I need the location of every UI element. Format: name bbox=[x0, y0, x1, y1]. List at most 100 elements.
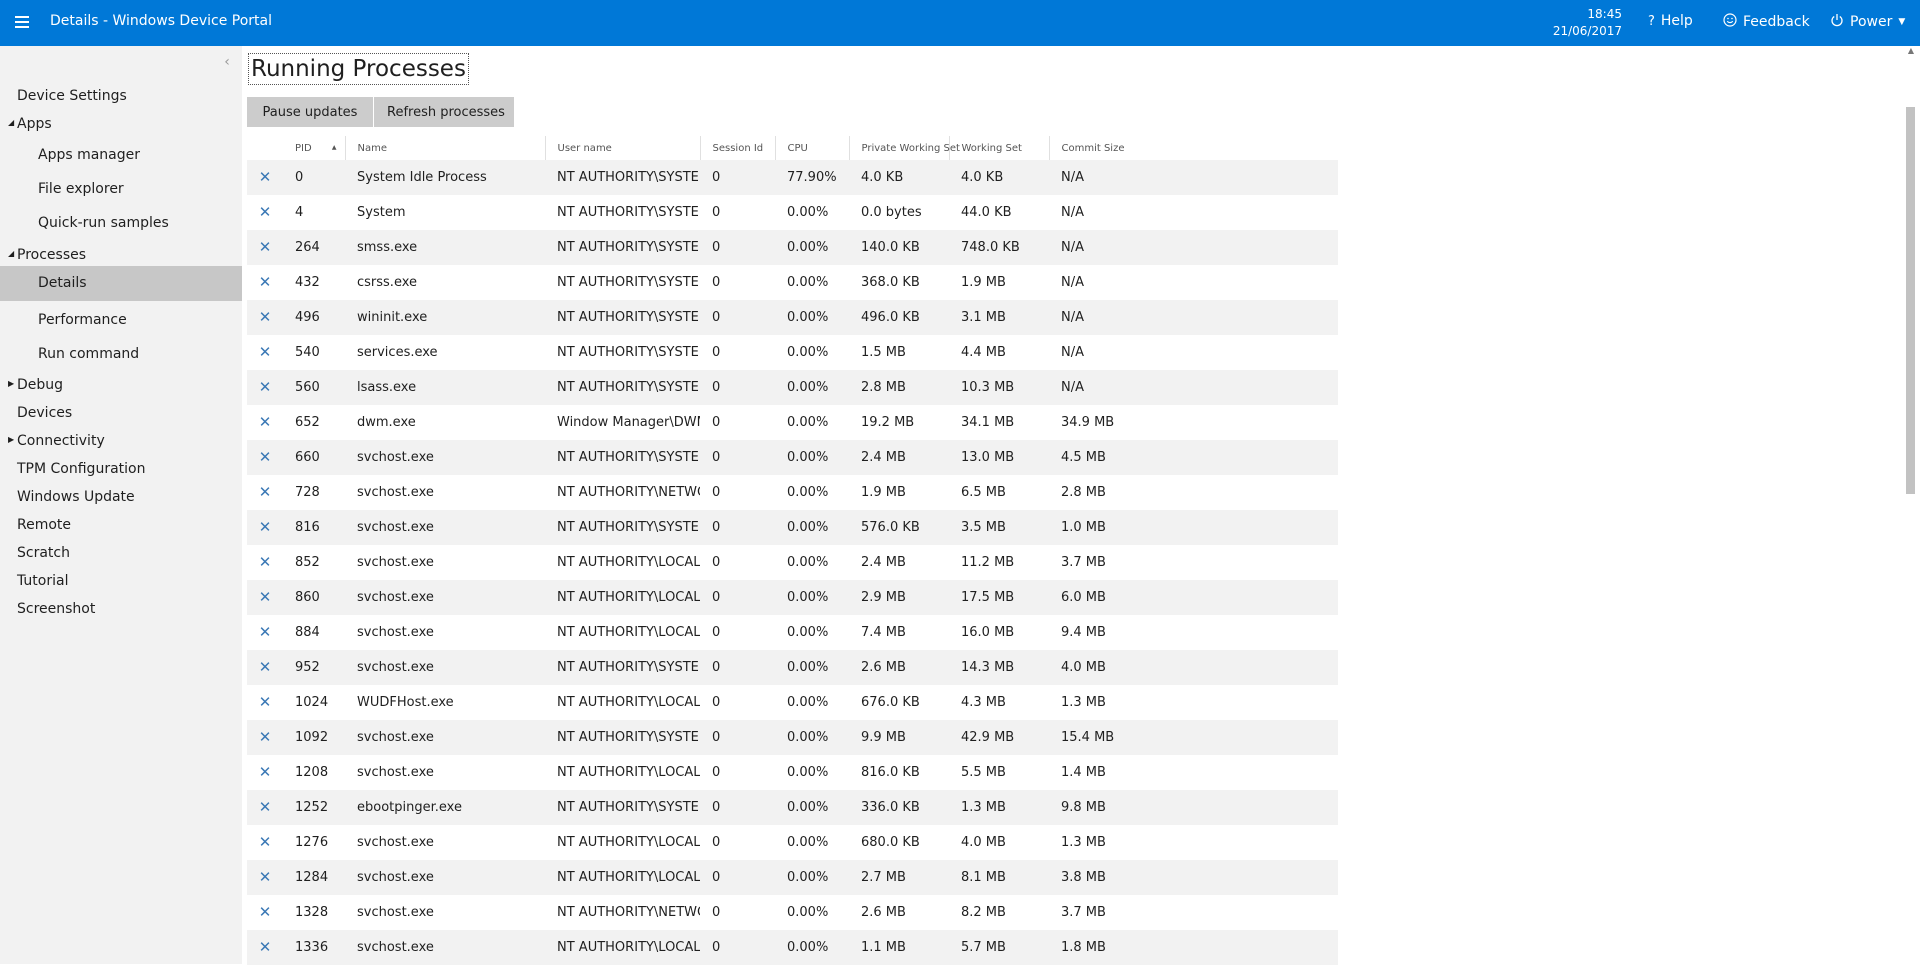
power-button[interactable]: Power ▼ bbox=[1830, 13, 1905, 31]
table-row[interactable]: ✕ 1092 svchost.exe NT AUTHORITY\SYSTEM 0 0.00… bbox=[247, 720, 1338, 755]
collapse-sidebar-chevron-left-icon[interactable]: ‹ bbox=[220, 54, 234, 70]
cell-name: svchost.exe bbox=[357, 765, 434, 780]
cell-name: smss.exe bbox=[345, 230, 545, 265]
cell-commit-size: 3.7 MB bbox=[1061, 555, 1106, 570]
cell-commit-size: 15.4 MB bbox=[1049, 720, 1338, 755]
column-header-session-id[interactable]: Session Id bbox=[699, 136, 775, 160]
kill-process-close-icon[interactable]: ✕ bbox=[259, 379, 272, 395]
table-row[interactable]: ✕ 728 svchost.exe NT AUTHORITY\NETWO... 0 0.0… bbox=[247, 475, 1338, 510]
column-header-pid[interactable]: PID ▲ bbox=[283, 136, 345, 160]
cell-private-working-set: 4.0 KB bbox=[849, 160, 949, 195]
cell-cpu: 0.00% bbox=[775, 860, 849, 895]
table-row[interactable]: ✕ 560 lsass.exe NT AUTHORITY\SYSTEM 0 0.00% 2.… bbox=[247, 370, 1338, 405]
cell-cpu: 0.00% bbox=[787, 275, 829, 290]
kill-cell: ✕ bbox=[247, 685, 283, 720]
table-row[interactable]: ✕ 540 services.exe NT AUTHORITY\SYSTEM 0 0.00… bbox=[247, 335, 1338, 370]
table-row[interactable]: ✕ 884 svchost.exe NT AUTHORITY\LOCAL... 0 0.0… bbox=[247, 615, 1338, 650]
kill-process-close-icon[interactable]: ✕ bbox=[259, 204, 272, 220]
cell-commit-size: 4.0 MB bbox=[1049, 650, 1338, 685]
column-header-private-working-set[interactable]: Private Working Set bbox=[848, 136, 960, 160]
kill-cell: ✕ bbox=[247, 790, 283, 825]
feedback-label: Feedback bbox=[1743, 14, 1810, 30]
sidebar-item-label: Debug bbox=[17, 377, 64, 393]
table-row[interactable]: ✕ 860 svchost.exe NT AUTHORITY\LOCAL... 0 0.0… bbox=[247, 580, 1338, 615]
cell-private-working-set: 0.0 bytes bbox=[861, 205, 922, 220]
column-header-name[interactable]: Name bbox=[344, 136, 545, 160]
kill-cell: ✕ bbox=[247, 720, 283, 755]
cell-working-set: 3.1 MB bbox=[949, 300, 1049, 335]
collapsed-triangle-icon[interactable]: ▶ bbox=[8, 379, 14, 388]
table-row[interactable]: ✕ 1024 WUDFHost.exe NT AUTHORITY\LOCAL... 0 0… bbox=[247, 685, 1338, 720]
kill-process-close-icon[interactable]: ✕ bbox=[259, 939, 272, 955]
table-row[interactable]: ✕ 264 smss.exe NT AUTHORITY\SYSTEM 0 0.00% 140… bbox=[247, 230, 1338, 265]
column-header-commit-size[interactable]: Commit Size bbox=[1048, 136, 1338, 160]
kill-process-close-icon[interactable]: ✕ bbox=[259, 659, 272, 675]
cell-session-id: 0 bbox=[700, 300, 775, 335]
sidebar-item-label: Processes bbox=[17, 247, 87, 263]
cell-user-name: NT AUTHORITY\SYSTEM bbox=[545, 720, 700, 755]
table-row[interactable]: ✕ 652 dwm.exe Window Manager\DWM... 0 0.00% 19… bbox=[247, 405, 1338, 440]
table-row[interactable]: ✕ 1328 svchost.exe NT AUTHORITY\NETWO... 0 0.… bbox=[247, 895, 1338, 930]
kill-cell: ✕ bbox=[247, 930, 283, 965]
help-button[interactable]: ? Help bbox=[1648, 13, 1693, 29]
table-row[interactable]: ✕ 1208 svchost.exe NT AUTHORITY\LOCAL... 0 0.… bbox=[247, 755, 1338, 790]
kill-process-close-icon[interactable]: ✕ bbox=[259, 694, 272, 710]
kill-process-close-icon[interactable]: ✕ bbox=[259, 834, 272, 850]
table-row[interactable]: ✕ 660 svchost.exe NT AUTHORITY\SYSTEM 0 0.00%… bbox=[247, 440, 1338, 475]
cell-user-name: NT AUTHORITY\SYSTEM bbox=[545, 160, 700, 195]
cell-commit-size: 1.0 MB bbox=[1049, 510, 1338, 545]
kill-process-close-icon[interactable]: ✕ bbox=[259, 309, 272, 325]
kill-process-close-icon[interactable]: ✕ bbox=[259, 904, 272, 920]
cell-working-set: 4.0 KB bbox=[949, 160, 1049, 195]
cell-working-set: 8.1 MB bbox=[949, 860, 1049, 895]
table-row[interactable]: ✕ 0 System Idle Process NT AUTHORITY\SYSTEM… bbox=[247, 160, 1338, 195]
kill-process-close-icon[interactable]: ✕ bbox=[259, 484, 272, 500]
kill-process-close-icon[interactable]: ✕ bbox=[259, 239, 272, 255]
kill-process-close-icon[interactable]: ✕ bbox=[259, 869, 272, 885]
table-row[interactable]: ✕ 1276 svchost.exe NT AUTHORITY\LOCAL... 0 0.… bbox=[247, 825, 1338, 860]
cell-cpu: 0.00% bbox=[775, 790, 849, 825]
sidebar-item-label: Screenshot bbox=[17, 601, 96, 617]
kill-process-close-icon[interactable]: ✕ bbox=[259, 624, 272, 640]
table-row[interactable]: ✕ 816 svchost.exe NT AUTHORITY\SYSTEM 0 0.00%… bbox=[247, 510, 1338, 545]
kill-process-close-icon[interactable]: ✕ bbox=[259, 799, 272, 815]
sidebar-item-screenshot[interactable]: Screenshot bbox=[0, 590, 242, 630]
column-header-working-set[interactable]: Working Set bbox=[948, 136, 1049, 160]
kill-process-close-icon[interactable]: ✕ bbox=[259, 519, 272, 535]
pause-updates-button[interactable]: Pause updates bbox=[247, 97, 373, 127]
kill-process-close-icon[interactable]: ✕ bbox=[259, 589, 272, 605]
kill-process-close-icon[interactable]: ✕ bbox=[259, 449, 272, 465]
expanded-triangle-icon[interactable]: ◢ bbox=[8, 118, 14, 127]
table-row[interactable]: ✕ 952 svchost.exe NT AUTHORITY\SYSTEM 0 0.00%… bbox=[247, 650, 1338, 685]
cell-working-set: 34.1 MB bbox=[961, 415, 1015, 430]
kill-process-close-icon[interactable]: ✕ bbox=[259, 414, 272, 430]
table-row[interactable]: ✕ 432 csrss.exe NT AUTHORITY\SYSTEM 0 0.00% 36… bbox=[247, 265, 1338, 300]
cell-name: System Idle Process bbox=[345, 160, 545, 195]
refresh-processes-button[interactable]: Refresh processes bbox=[374, 97, 514, 127]
table-row[interactable]: ✕ 852 svchost.exe NT AUTHORITY\LOCAL... 0 0.0… bbox=[247, 545, 1338, 580]
feedback-button[interactable]: Feedback bbox=[1723, 13, 1810, 31]
table-row[interactable]: ✕ 4 System NT AUTHORITY\SYSTEM 0 0.00% 0.0 byt… bbox=[247, 195, 1338, 230]
column-header-user-name[interactable]: User name bbox=[544, 136, 700, 160]
column-header-cpu[interactable]: CPU bbox=[774, 136, 849, 160]
scroll-up-arrow-icon[interactable]: ▲ bbox=[1906, 46, 1916, 56]
collapsed-triangle-icon[interactable]: ▶ bbox=[8, 435, 14, 444]
kill-process-close-icon[interactable]: ✕ bbox=[259, 554, 272, 570]
kill-process-close-icon[interactable]: ✕ bbox=[259, 274, 272, 290]
cell-private-working-set: 1.5 MB bbox=[861, 345, 906, 360]
table-row[interactable]: ✕ 496 wininit.exe NT AUTHORITY\SYSTEM 0 0.00%… bbox=[247, 300, 1338, 335]
kill-process-close-icon[interactable]: ✕ bbox=[259, 764, 272, 780]
kill-process-close-icon[interactable]: ✕ bbox=[259, 169, 272, 185]
cell-session-id: 0 bbox=[712, 485, 721, 500]
kill-process-close-icon[interactable]: ✕ bbox=[259, 344, 272, 360]
scrollbar-thumb[interactable] bbox=[1906, 107, 1915, 494]
table-row[interactable]: ✕ 1336 svchost.exe NT AUTHORITY\LOCAL... 0 0.… bbox=[247, 930, 1338, 965]
cell-name: svchost.exe bbox=[357, 485, 434, 500]
sidebar-item-details[interactable]: Details bbox=[0, 266, 242, 301]
kill-process-close-icon[interactable]: ✕ bbox=[259, 729, 272, 745]
table-row[interactable]: ✕ 1284 svchost.exe NT AUTHORITY\LOCAL... 0 0.… bbox=[247, 860, 1338, 895]
process-table: PID ▲ Name User name Session Id CPU Private Wo… bbox=[247, 136, 1338, 965]
hamburger-menu-icon[interactable] bbox=[12, 13, 32, 33]
expanded-triangle-icon[interactable]: ◢ bbox=[8, 249, 14, 258]
table-row[interactable]: ✕ 1252 ebootpinger.exe NT AUTHORITY\SYSTEM 0… bbox=[247, 790, 1338, 825]
